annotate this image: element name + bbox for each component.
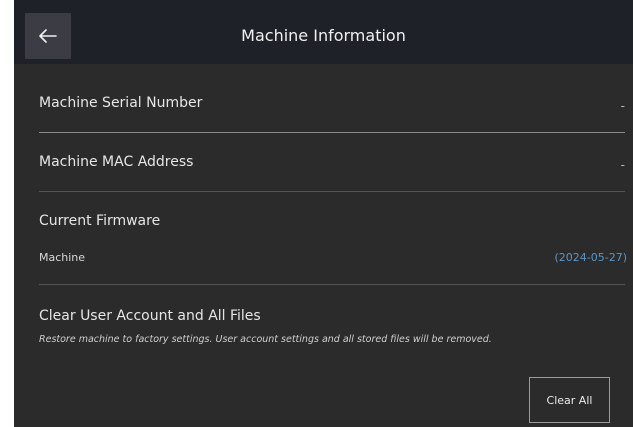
page-title: Machine Information: [241, 26, 406, 45]
serial-number-label: Machine Serial Number: [39, 95, 203, 111]
firmware-section-label: Current Firmware: [39, 213, 161, 229]
clear-all-button[interactable]: Clear All: [529, 377, 610, 423]
divider: [39, 191, 625, 192]
firmware-version-value: (2024-05-27): [554, 251, 627, 264]
divider: [39, 284, 625, 285]
mac-address-label: Machine MAC Address: [39, 154, 194, 170]
header-bar: Machine Information: [14, 0, 633, 64]
divider: [39, 132, 625, 133]
clear-section-title: Clear User Account and All Files: [39, 308, 261, 324]
firmware-machine-label: Machine: [39, 251, 86, 264]
serial-number-value: -: [620, 99, 625, 113]
clear-description: Restore machine to factory settings. Use…: [39, 334, 492, 345]
mac-address-value: -: [620, 158, 625, 172]
machine-information-panel: Machine Information Machine Serial Numbe…: [14, 0, 633, 427]
